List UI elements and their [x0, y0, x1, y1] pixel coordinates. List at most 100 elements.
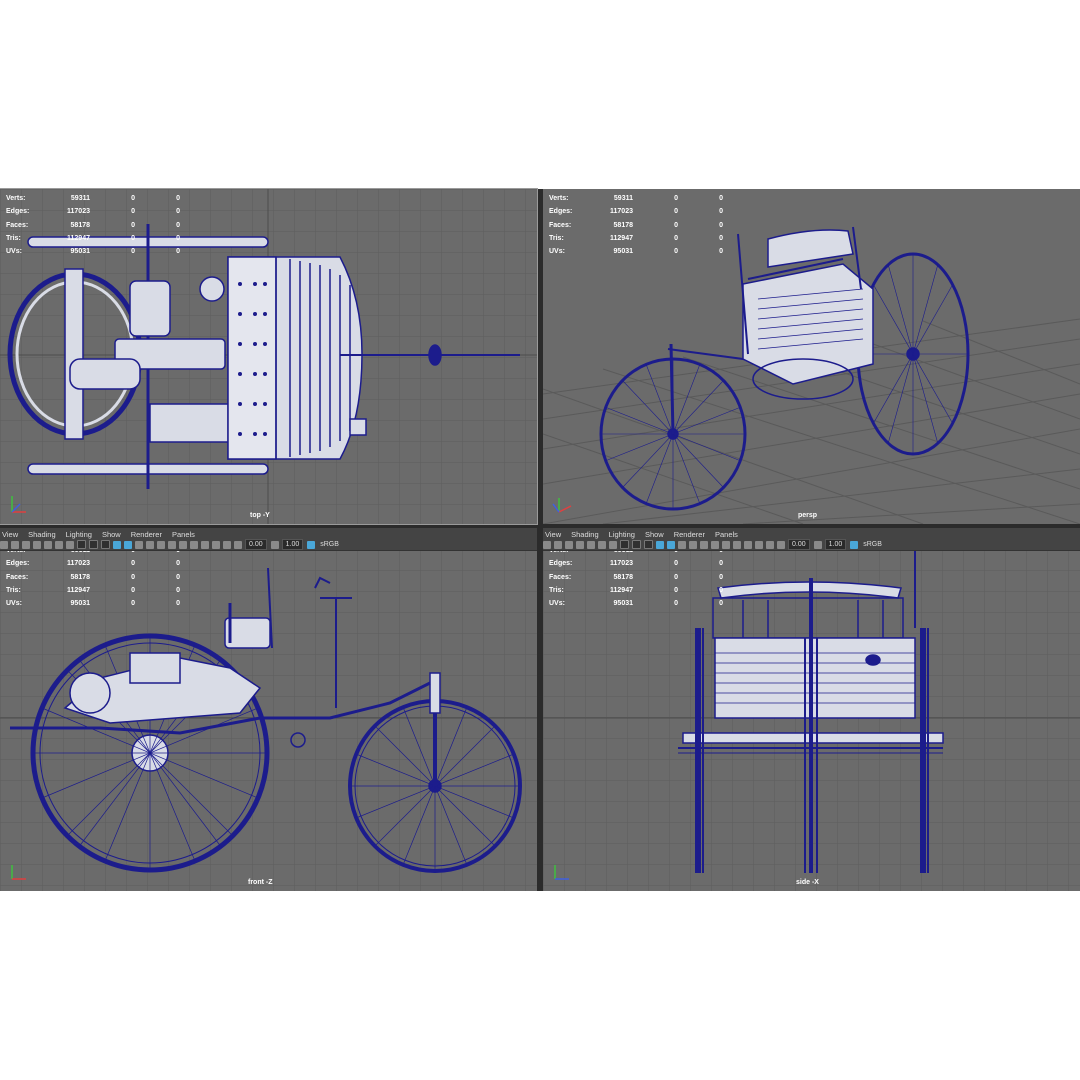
- hud-row-verts: Verts:5931100: [6, 195, 180, 202]
- gamma-field[interactable]: 1.00: [824, 539, 847, 550]
- camera-label-top: top -Y: [250, 512, 270, 519]
- isolate-icon[interactable]: [201, 540, 209, 549]
- wireframe-icon[interactable]: [113, 540, 121, 549]
- grid-icon[interactable]: [609, 540, 617, 549]
- film-gate-icon[interactable]: [576, 540, 584, 549]
- light-icon[interactable]: [146, 540, 154, 549]
- menu-lighting[interactable]: Lighting: [66, 530, 92, 539]
- gate-mask-icon[interactable]: [101, 540, 110, 549]
- poly-count-hud: Verts:5931100 Edges:11702300 Faces:58178…: [6, 192, 180, 258]
- motion-blur-icon[interactable]: [722, 540, 730, 549]
- film-gate-icon[interactable]: [33, 540, 41, 549]
- safe-title-icon[interactable]: [89, 540, 98, 549]
- hud-row-faces: Faces: 58178 0 0: [549, 221, 723, 229]
- hud-row-faces: Faces: 58178 0 0: [6, 221, 180, 229]
- isolate-icon[interactable]: [744, 540, 752, 549]
- resolution-gate-icon[interactable]: [44, 540, 52, 549]
- select-tool-icon[interactable]: [0, 540, 8, 549]
- menu-panels[interactable]: Panels: [715, 530, 738, 539]
- axis-gizmo-icon: [11, 865, 26, 880]
- menu-shading[interactable]: Shading: [571, 530, 599, 539]
- gamma-icon[interactable]: [270, 540, 279, 549]
- gate-mask-icon[interactable]: [644, 540, 653, 549]
- field-chart-icon[interactable]: [77, 540, 86, 549]
- xray-icon[interactable]: [755, 540, 763, 549]
- wireframe-icon[interactable]: [656, 540, 664, 549]
- menu-renderer[interactable]: Renderer: [674, 530, 705, 539]
- viewport-persp[interactable]: Verts: 59311 0 0 Edges: 117023 0 0 Faces: 58178…: [543, 189, 1080, 524]
- textured-icon[interactable]: [135, 540, 143, 549]
- menu-show[interactable]: Show: [645, 530, 664, 539]
- axis-gizmo-icon: [11, 496, 26, 513]
- exposure-field[interactable]: 0.00: [788, 539, 810, 550]
- camera-label-side: side -X: [796, 879, 819, 886]
- ambient-occlusion-icon[interactable]: [168, 540, 176, 549]
- hud-row-edges: Edges: 117023 0 0: [6, 560, 180, 568]
- resolution-gate-icon[interactable]: [587, 540, 595, 549]
- hud-row-uvs: UVs: 95031 0 0: [549, 600, 723, 608]
- camera-label-persp: persp: [798, 512, 818, 519]
- hud-row-tris: Tris: 112947 0 0: [6, 586, 180, 594]
- textured-icon[interactable]: [678, 540, 686, 549]
- camera-icon[interactable]: [11, 540, 19, 549]
- xray-joints-icon[interactable]: [223, 540, 231, 549]
- select-tool-icon[interactable]: [543, 540, 551, 549]
- color-management-icon[interactable]: [850, 540, 859, 549]
- exposure-icon[interactable]: [234, 540, 242, 549]
- exposure-icon[interactable]: [777, 540, 785, 549]
- grid-icon[interactable]: [66, 540, 74, 549]
- color-management-icon[interactable]: [307, 540, 316, 549]
- safe-title-icon[interactable]: [632, 540, 641, 549]
- hud-row-verts: Verts:5931100: [549, 195, 723, 202]
- bookmark-icon[interactable]: [565, 540, 573, 549]
- ambient-occlusion-icon[interactable]: [711, 540, 719, 549]
- menu-renderer[interactable]: Renderer: [131, 530, 162, 539]
- panel-tool-icons: 0.00 1.00 sRGB: [0, 539, 537, 550]
- menu-view[interactable]: View: [2, 530, 18, 539]
- safe-action-icon[interactable]: [598, 540, 606, 549]
- viewport-layout: Verts: 59311 0 0 Edges: 117023 0 0 Faces: 58178…: [0, 188, 1080, 891]
- camera-label-front: front -Z: [248, 879, 273, 886]
- motion-blur-icon[interactable]: [179, 540, 187, 549]
- menu-view[interactable]: View: [545, 530, 561, 539]
- panel-toolbar: View Shading Lighting Show Renderer Pane…: [0, 528, 537, 551]
- shaded-icon[interactable]: [667, 540, 675, 549]
- field-chart-icon[interactable]: [620, 540, 629, 549]
- hud-row-tris: Tris: 112947 0 0: [549, 234, 723, 242]
- hud-row-edges: Edges: 117023 0 0: [6, 208, 180, 216]
- shaded-icon[interactable]: [124, 540, 132, 549]
- light-icon[interactable]: [689, 540, 697, 549]
- colorspace-label[interactable]: sRGB: [320, 541, 339, 548]
- gamma-icon[interactable]: [813, 540, 822, 549]
- hud-row-faces: Faces: 58178 0 0: [6, 573, 180, 581]
- poly-count-hud: Verts:5931100 Edges:11702300 Faces:58178…: [549, 192, 723, 258]
- menu-show[interactable]: Show: [102, 530, 121, 539]
- xray-icon[interactable]: [212, 540, 220, 549]
- viewport-front[interactable]: View Shading Lighting Show Renderer Pane…: [0, 528, 537, 891]
- hud-row-edges: Edges: 117023 0 0: [549, 560, 723, 568]
- hud-row-edges: Edges: 117023 0 0: [549, 208, 723, 216]
- hud-row-uvs: UVs: 95031 0 0: [6, 600, 180, 608]
- menu-lighting[interactable]: Lighting: [609, 530, 635, 539]
- shadow-icon[interactable]: [157, 540, 165, 549]
- gamma-field[interactable]: 1.00: [281, 539, 304, 550]
- xray-joints-icon[interactable]: [766, 540, 774, 549]
- poly-count-hud: Verts:5931100 Edges:11702300 Faces:58178…: [6, 544, 180, 610]
- menu-panels[interactable]: Panels: [172, 530, 195, 539]
- hud-row-faces: Faces: 58178 0 0: [549, 573, 723, 581]
- colorspace-label[interactable]: sRGB: [863, 541, 882, 548]
- anti-alias-icon[interactable]: [733, 540, 741, 549]
- axis-gizmo-icon: [552, 498, 572, 513]
- menu-shading[interactable]: Shading: [28, 530, 56, 539]
- viewport-top[interactable]: Verts: 59311 0 0 Edges: 117023 0 0 Faces: 58178…: [0, 188, 538, 525]
- shadow-icon[interactable]: [700, 540, 708, 549]
- viewport-side[interactable]: View Shading Lighting Show Renderer Pane…: [543, 528, 1080, 891]
- bookmark-icon[interactable]: [22, 540, 30, 549]
- exposure-field[interactable]: 0.00: [245, 539, 267, 550]
- anti-alias-icon[interactable]: [190, 540, 198, 549]
- panel-toolbar: View Shading Lighting Show Renderer Pane…: [543, 528, 1080, 551]
- hud-row-tris: Tris: 112947 0 0: [549, 586, 723, 594]
- poly-count-hud: Verts:5931100 Edges:11702300 Faces:58178…: [549, 544, 723, 610]
- safe-action-icon[interactable]: [55, 540, 63, 549]
- camera-icon[interactable]: [554, 540, 562, 549]
